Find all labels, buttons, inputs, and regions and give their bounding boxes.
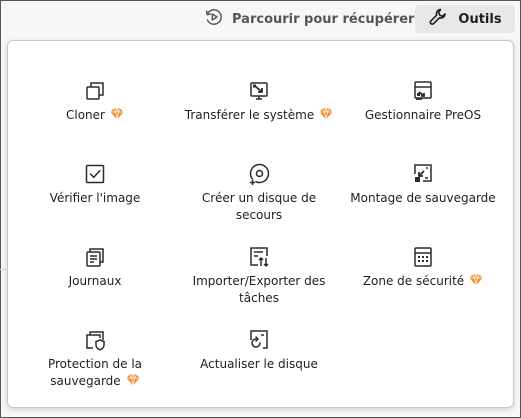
- tool-security-zone[interactable]: Zone de sécurité: [343, 245, 503, 290]
- tool-clone-label: Cloner: [15, 107, 175, 124]
- checkbox-icon: [83, 162, 107, 186]
- mount-icon: [411, 162, 435, 186]
- tool-import-export-tasks[interactable]: Importer/Exporter des tâches: [179, 245, 339, 307]
- tool-create-rescue-disk[interactable]: Créer un disque de secours: [179, 162, 339, 224]
- tools-panel: Cloner Transférer le système Gestionnair…: [7, 40, 514, 408]
- browse-to-recover-label: Parcourir pour récupérer: [232, 11, 415, 27]
- tools-button[interactable]: Outils: [415, 5, 515, 33]
- logs-icon: [83, 245, 107, 269]
- tool-system-transfer[interactable]: Transférer le système: [179, 79, 339, 124]
- tool-refresh-disk[interactable]: Actualiser le disque: [179, 328, 339, 373]
- security-zone-icon: [411, 245, 435, 269]
- tool-logs-label: Journaux: [68, 274, 122, 288]
- system-transfer-icon: [247, 79, 271, 103]
- tool-security-zone-label: Zone de sécurité: [343, 273, 503, 290]
- browse-to-recover-button[interactable]: Parcourir pour récupérer: [204, 6, 414, 32]
- import-export-icon: [247, 245, 271, 269]
- tool-logs[interactable]: Journaux: [15, 245, 175, 290]
- refresh-disk-icon: [247, 328, 271, 352]
- tool-backup-protection[interactable]: Protection de la sauvegarde: [15, 328, 175, 390]
- tool-check-image[interactable]: Vérifier l'image: [15, 162, 175, 207]
- tool-refresh-disk-label: Actualiser le disque: [200, 357, 318, 371]
- shield-document-icon: [83, 328, 107, 352]
- tool-import-export-tasks-label: Importer/Exporter des tâches: [192, 274, 326, 305]
- preos-manager-icon: [411, 79, 435, 103]
- wrench-icon: [428, 7, 448, 31]
- tool-preos-manager[interactable]: Gestionnaire PreOS: [343, 79, 503, 124]
- tool-check-image-label: Vérifier l'image: [49, 191, 141, 205]
- tool-system-transfer-label: Transférer le système: [179, 107, 339, 124]
- tools-label: Outils: [458, 11, 502, 27]
- tool-backup-protection-label: Protection de la sauvegarde: [47, 357, 143, 388]
- clock-play-icon: [204, 7, 224, 31]
- tool-backup-mount[interactable]: Montage de sauvegarde: [343, 162, 503, 207]
- premium-diamond-icon: [469, 274, 483, 286]
- premium-diamond-icon: [110, 108, 124, 120]
- tool-clone[interactable]: Cloner: [15, 79, 175, 124]
- premium-diamond-icon: [126, 374, 140, 386]
- tool-preos-manager-label: Gestionnaire PreOS: [364, 108, 482, 122]
- tool-create-rescue-disk-label: Créer un disque de secours: [201, 191, 317, 222]
- disc-icon: [247, 162, 271, 186]
- clone-icon: [83, 79, 107, 103]
- top-toolbar: Parcourir pour récupérer Outils: [0, 0, 521, 38]
- premium-diamond-icon: [319, 108, 333, 120]
- tool-backup-mount-label: Montage de sauvegarde: [350, 191, 496, 205]
